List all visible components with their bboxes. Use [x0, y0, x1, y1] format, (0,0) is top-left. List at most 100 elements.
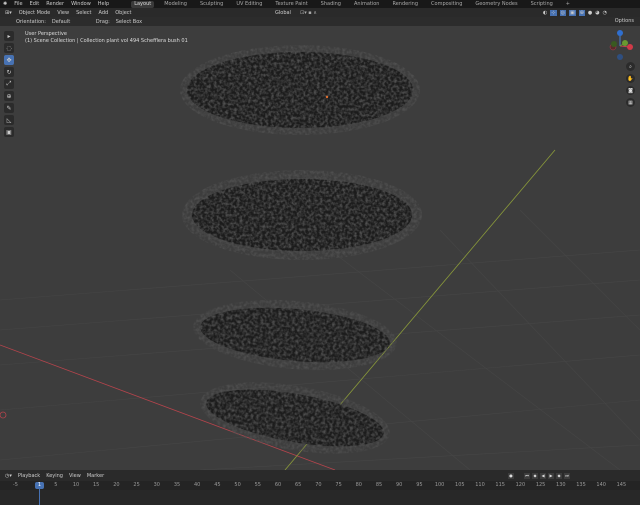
prev-keyframe-icon[interactable]: ◆ — [532, 473, 538, 479]
tab-modeling[interactable]: Modeling — [161, 1, 190, 8]
frame-tick: 90 — [396, 482, 403, 488]
visibility-icon[interactable]: ◐ — [543, 10, 547, 16]
timeline-area[interactable] — [0, 490, 640, 505]
tab-sculpting[interactable]: Sculpting — [197, 1, 226, 8]
frame-tick: 135 — [576, 482, 586, 488]
frame-tick: 100 — [434, 482, 445, 488]
tab-texture-paint[interactable]: Texture Paint — [272, 1, 310, 8]
collection-label: (1) Scene Collection | Collection plant … — [25, 38, 188, 44]
playback-dropdown[interactable]: Playback — [18, 473, 40, 479]
frame-tick: 25 — [133, 482, 140, 488]
menu-object[interactable]: Object — [115, 10, 131, 16]
frame-tick: 115 — [495, 482, 505, 488]
menu-help[interactable]: Help — [98, 1, 109, 7]
tab-compositing[interactable]: Compositing — [428, 1, 465, 8]
timeline-ruler[interactable]: -5 5 10 15 20 25 30 35 40 45 50 55 60 65 70 75 80 85 90 95 1… — [0, 481, 640, 490]
viewport-header: ⊞▾ Object Mode View Select Add Object Gl… — [0, 8, 640, 17]
play-icon[interactable]: ▶ — [548, 473, 554, 479]
current-frame-indicator[interactable]: 1 — [35, 482, 44, 489]
jump-end-icon[interactable]: ⏭ — [564, 473, 570, 479]
tab-rendering[interactable]: Rendering — [389, 1, 421, 8]
menu-select[interactable]: Select — [76, 10, 91, 16]
zoom-icon[interactable]: ⌕ — [626, 62, 635, 71]
scale-tool-icon[interactable]: ⤢ — [4, 79, 14, 89]
cursor-tool-icon[interactable]: ◌ — [4, 43, 14, 53]
menu-file[interactable]: File — [14, 1, 22, 7]
rotate-tool-icon[interactable]: ↻ — [4, 67, 14, 77]
shading-controls: ◐ ⊹ ◎ ▣ ⊕ ● ◕ ◔ — [543, 9, 607, 16]
transform-orientation-dropdown[interactable]: Global — [275, 10, 291, 16]
frame-tick: 70 — [315, 482, 322, 488]
gizmo-z-icon — [617, 30, 623, 36]
play-reverse-icon[interactable]: ◀ — [540, 473, 546, 479]
timeline-view-menu[interactable]: View — [69, 473, 81, 479]
object-mode-dropdown[interactable]: Object Mode — [19, 10, 51, 16]
tab-animation[interactable]: Animation — [351, 1, 383, 8]
camera-view-icon[interactable]: ◙ — [626, 86, 635, 95]
navigation-gizmo[interactable] — [609, 30, 633, 60]
frame-tick: 60 — [274, 482, 282, 488]
measure-tool-icon[interactable]: ◺ — [4, 115, 14, 125]
pan-hand-icon[interactable]: ✋ — [626, 74, 635, 83]
tab-scripting[interactable]: Scripting — [528, 1, 556, 8]
drag-dropdown[interactable]: Select Box — [116, 19, 142, 25]
snap-icons[interactable]: ⊡▾ ▪ ∧ — [300, 10, 317, 16]
marker-menu[interactable]: Marker — [87, 473, 104, 479]
xray-toggle-icon[interactable]: ▣ — [568, 9, 576, 16]
solid-shading-icon[interactable]: ● — [588, 10, 592, 16]
editor-type-icon[interactable]: ⊞▾ — [5, 10, 12, 16]
menu-render[interactable]: Render — [46, 1, 64, 7]
frame-tick: 40 — [194, 482, 201, 488]
record-icon[interactable]: ● — [508, 473, 514, 479]
3d-cursor[interactable] — [0, 411, 7, 419]
transform-tool-icon[interactable]: ⊕ — [4, 91, 14, 101]
menu-edit[interactable]: Edit — [30, 1, 40, 7]
top-bar: ✺ File Edit Render Window Help Layout Mo… — [0, 0, 640, 8]
frame-tick: 15 — [93, 482, 100, 488]
tool-shelf: ▸ ◌ ✥ ↻ ⤢ ⊕ ✎ ◺ ▣ — [4, 31, 16, 139]
frame-tick: 110 — [475, 482, 485, 488]
frame-tick: 30 — [153, 482, 160, 488]
annotate-tool-icon[interactable]: ✎ — [4, 103, 14, 113]
add-cube-tool-icon[interactable]: ▣ — [4, 127, 14, 137]
select-tool-icon[interactable]: ▸ — [4, 31, 14, 41]
frame-tick: 95 — [416, 482, 423, 488]
playback-controls: ● ⏮ ◆ ◀ ▶ ◆ ⏭ — [508, 473, 570, 479]
bush-1 — [180, 45, 420, 135]
tab-geometry-nodes[interactable]: Geometry Nodes — [472, 1, 520, 8]
overlay-toggle-icon[interactable]: ◎ — [559, 9, 566, 16]
playhead-line — [39, 489, 40, 505]
3d-viewport[interactable] — [0, 26, 640, 470]
next-keyframe-icon[interactable]: ◆ — [556, 473, 562, 479]
frame-tick: 55 — [254, 482, 261, 488]
frame-tick: 45 — [214, 482, 221, 488]
jump-start-icon[interactable]: ⏮ — [524, 473, 530, 479]
frame-tick: 65 — [295, 482, 302, 488]
gizmo-toggle-icon[interactable]: ⊹ — [550, 9, 557, 16]
tab-uv-editing[interactable]: UV Editing — [233, 1, 265, 8]
add-workspace-button[interactable]: + — [563, 1, 573, 8]
bush-3 — [193, 299, 397, 371]
frame-tick: 145 — [616, 482, 627, 488]
keying-dropdown[interactable]: Keying — [46, 473, 63, 479]
blender-logo-icon[interactable]: ✺ — [3, 1, 7, 7]
menu-window[interactable]: Window — [71, 1, 91, 7]
frame-tick: 5 — [54, 482, 58, 488]
orientation-dropdown[interactable]: Default — [52, 19, 90, 25]
frame-tick: 50 — [234, 482, 241, 488]
frame-tick: 10 — [72, 482, 80, 488]
material-shading-icon[interactable]: ◕ — [595, 10, 599, 16]
move-tool-icon[interactable]: ✥ — [4, 55, 14, 65]
perspective-toggle-icon[interactable]: ▦ — [626, 98, 635, 107]
frame-tick: 125 — [535, 482, 546, 488]
tab-shading[interactable]: Shading — [318, 1, 344, 8]
wireframe-shading-icon[interactable]: ⊕ — [578, 9, 585, 16]
tab-layout[interactable]: Layout — [131, 0, 155, 8]
rendered-shading-icon[interactable]: ◔ — [603, 10, 607, 16]
options-dropdown[interactable]: Options — [612, 18, 636, 24]
object-origin — [325, 95, 329, 99]
timeline-editor-icon[interactable]: ◷▾ — [5, 473, 12, 479]
menu-add[interactable]: Add — [99, 10, 109, 16]
menu-view[interactable]: View — [57, 10, 69, 16]
gizmo-x-icon — [627, 44, 633, 50]
